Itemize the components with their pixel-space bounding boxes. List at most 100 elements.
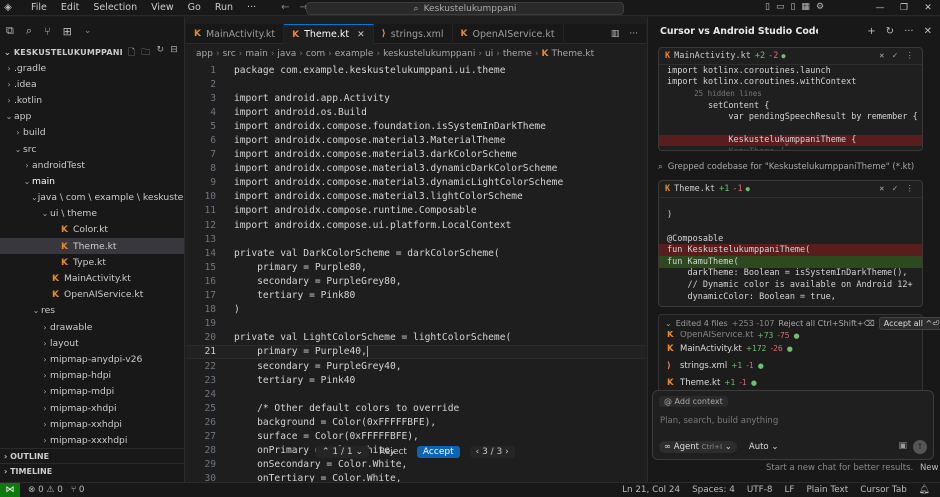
timeline-section[interactable]: › TIMELINE <box>0 463 185 478</box>
diff-file-pager[interactable]: ‹ 3 / 3 › <box>469 446 515 458</box>
editor-scrollbar[interactable] <box>640 63 646 482</box>
image-attach-icon[interactable]: ▣ <box>898 441 907 451</box>
tree-item[interactable]: › mipmap-anydpi-v26 <box>0 351 184 367</box>
tree-item[interactable]: ⌄ src <box>0 141 184 157</box>
tree-item[interactable]: K MainActivity.kt <box>0 270 184 286</box>
code-line[interactable]: 30 onTertiary = Color.White, <box>186 472 646 482</box>
tree-item[interactable]: ⌄ ui \ theme <box>0 206 184 222</box>
edited-file-row[interactable]: K MainActivity.kt +172 -26 ● <box>659 340 922 357</box>
search-view-icon[interactable]: ⌕ <box>26 24 32 38</box>
tree-item[interactable]: › .kotlin <box>0 92 184 108</box>
tree-item[interactable]: › build <box>0 125 184 141</box>
code-line[interactable]: 27 surface = Color(0xFFFFFBFE), <box>186 429 646 443</box>
tree-item[interactable]: › mipmap-xxhdpi <box>0 416 184 432</box>
breadcrumb-item[interactable]: theme <box>503 49 532 59</box>
breadcrumb-item[interactable]: keskustelukumppani <box>383 49 475 59</box>
customize-layout-icon[interactable]: ▦ <box>801 2 810 12</box>
breadcrumb-item[interactable]: app <box>196 49 213 59</box>
code-line[interactable]: 17 tertiary = Pink80 <box>186 289 646 303</box>
code-line[interactable]: 26 background = Color(0xFFFFFBFE), <box>186 415 646 429</box>
tree-item[interactable]: › .gradle <box>0 60 184 76</box>
tree-item[interactable]: › mipmap-xhdpi <box>0 400 184 416</box>
close-window-button[interactable]: ✕ <box>916 3 940 13</box>
tree-item[interactable]: ⌄java \ com \ example \ keskustelu... <box>0 190 184 206</box>
new-chat-button[interactable]: New chat <box>920 463 940 473</box>
menu-run[interactable]: Run <box>208 0 240 16</box>
code-line[interactable]: 14 private val DarkColorScheme = darkColo… <box>186 246 646 260</box>
breadcrumb-item[interactable]: main <box>245 49 268 59</box>
chat-input[interactable]: Plan, search, build anything <box>660 416 778 426</box>
edited-file-row[interactable]: ⟩ strings.xml +1 -1 ● <box>659 357 922 374</box>
encoding[interactable]: UTF-8 <box>747 485 773 495</box>
new-folder-icon[interactable]: 🗀 <box>141 45 150 61</box>
restore-button[interactable]: ❐ <box>892 3 916 13</box>
menu-go[interactable]: Go <box>181 0 208 16</box>
code-line[interactable]: 11 import androidx.compose.runtime.Compos… <box>186 204 646 218</box>
code-line[interactable]: 9 import androidx.compose.material3.dynam… <box>186 176 646 190</box>
language-mode[interactable]: Plain Text <box>806 485 848 495</box>
tree-item[interactable]: K Color.kt <box>0 222 184 238</box>
code-line[interactable]: 6 import androidx.compose.material3.Mater… <box>186 133 646 147</box>
history-icon[interactable]: ↻ <box>886 26 894 37</box>
code-line[interactable]: 13 <box>186 232 646 246</box>
menu-file[interactable]: File <box>24 0 54 16</box>
menu-selection[interactable]: Selection <box>86 0 144 16</box>
remote-icon[interactable]: ⋈ <box>0 482 20 497</box>
code-line[interactable]: 24 <box>186 387 646 401</box>
toggle-secondary-sidebar-icon[interactable]: ▯ <box>790 2 795 12</box>
diff-card-header[interactable]: K MainActivity.kt +2 -2 ● ✕ ✓ ⋮ <box>659 48 922 65</box>
back-arrow-icon[interactable]: ← <box>281 2 289 13</box>
tree-item[interactable]: K OpenAIService.kt <box>0 287 184 303</box>
more-actions-icon[interactable]: ··· <box>629 29 638 39</box>
code-line[interactable]: 10 import androidx.compose.material3.ligh… <box>186 190 646 204</box>
edited-file-row[interactable]: K OpenAIService.kt +73 -75 ● <box>659 331 922 340</box>
code-line[interactable]: 23 tertiary = Pink40 <box>186 373 646 387</box>
diff-card-header[interactable]: K Theme.kt +1 -1 ● ✕ ✓ ⋮ <box>659 181 922 198</box>
collapse-all-icon[interactable]: ⊟ <box>170 45 178 61</box>
code-line[interactable]: 20 private val LightColorScheme = lightCo… <box>186 331 646 345</box>
edited-file-row[interactable]: K Theme.kt +1 -1 ● <box>659 374 922 391</box>
tree-item[interactable]: › mipmap-hdpi <box>0 368 184 384</box>
code-line[interactable]: 5 import androidx.compose.foundation.isSy… <box>186 119 646 133</box>
more-icon[interactable]: ⋮ <box>906 51 915 61</box>
tree-item[interactable]: › layout <box>0 335 184 351</box>
tab-mainactivity[interactable]: K MainActivity.kt <box>186 24 285 44</box>
code-line[interactable]: 1 package com.example.keskustelukumppani.… <box>186 63 646 77</box>
close-icon[interactable]: ✕ <box>924 26 932 37</box>
chevron-down-icon[interactable]: ⌄ <box>84 26 92 36</box>
tree-item[interactable]: K Type.kt <box>0 254 184 270</box>
extensions-icon[interactable]: ⊞ <box>63 25 72 38</box>
end-of-line[interactable]: LF <box>785 485 795 495</box>
code-line[interactable]: 3 import android.app.Activity <box>186 91 646 105</box>
ports-indicator[interactable]: ⑂ 0 <box>71 485 85 495</box>
agent-mode-select[interactable]: ∞ Agent Ctrl+I ⌄ <box>659 441 737 453</box>
tree-item[interactable]: › drawable <box>0 319 184 335</box>
tab-strings[interactable]: ⟩ strings.xml <box>374 24 453 44</box>
code-line[interactable]: 12 import androidx.compose.ui.platform.Lo… <box>186 218 646 232</box>
code-line[interactable]: 15 primary = Purple80, <box>186 260 646 274</box>
new-chat-icon[interactable]: + <box>867 26 875 37</box>
breadcrumb-item[interactable]: ui <box>485 49 493 59</box>
outline-section[interactable]: › OUTLINE <box>0 448 185 463</box>
close-icon[interactable]: ✕ <box>879 184 884 194</box>
indentation[interactable]: Spaces: 4 <box>692 485 735 495</box>
more-icon[interactable]: ··· <box>904 26 914 37</box>
breadcrumb-item[interactable]: java <box>277 49 296 59</box>
cursor-tab[interactable]: Cursor Tab <box>860 485 907 495</box>
chevron-down-icon[interactable]: ⌄ <box>665 319 672 328</box>
menu-view[interactable]: View <box>144 0 181 16</box>
code-line[interactable]: 25 /* Other default colors to override <box>186 401 646 415</box>
code-line[interactable]: 7 import androidx.compose.material3.darkC… <box>186 148 646 162</box>
tree-item[interactable]: › mipmap-mdpi <box>0 384 184 400</box>
code-line[interactable]: 21 primary = Purple40, <box>186 344 646 359</box>
split-editor-icon[interactable]: ▥ <box>611 29 620 39</box>
breadcrumb-item[interactable]: example <box>335 49 374 59</box>
tree-item[interactable]: › .idea <box>0 76 184 92</box>
tree-item[interactable]: ⌄ res <box>0 303 184 319</box>
files-icon[interactable]: ⧉ <box>6 24 14 38</box>
code-line[interactable]: 18) <box>186 303 646 317</box>
add-context-button[interactable]: @ Add context <box>659 396 728 407</box>
tab-theme[interactable]: K Theme.kt ✕ <box>284 24 374 44</box>
menu-more[interactable]: ··· <box>240 0 263 16</box>
accept-all-button[interactable]: Accept all ^⏎ <box>878 316 940 330</box>
